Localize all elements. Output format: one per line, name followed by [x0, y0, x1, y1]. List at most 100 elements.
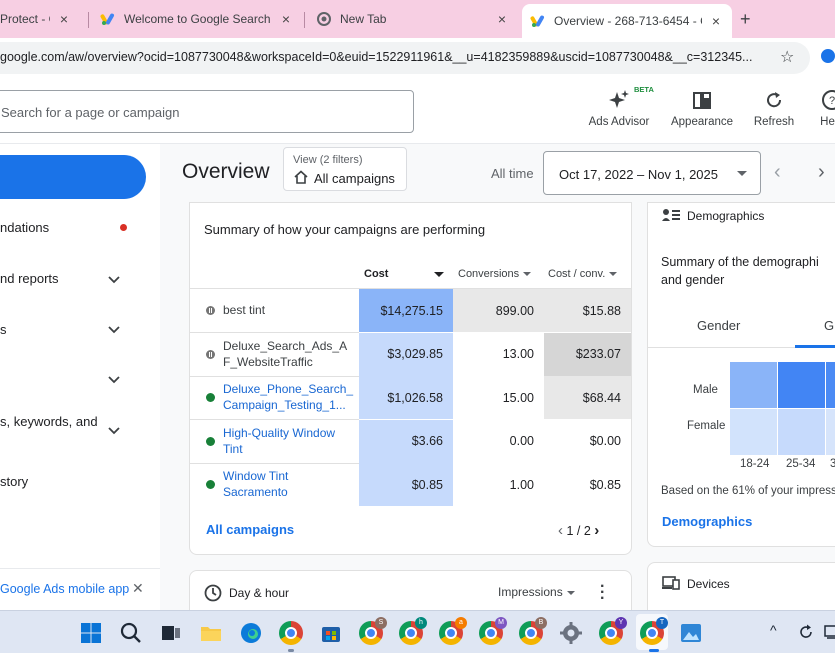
heatmap-cell[interactable] — [778, 409, 825, 455]
column-label: 25-34 — [786, 458, 816, 470]
help-button[interactable]: ? Help — [812, 88, 835, 128]
refresh-button[interactable]: Refresh — [750, 88, 798, 128]
sort-arrow-icon — [433, 271, 444, 277]
profile-avatar[interactable] — [818, 46, 835, 66]
file-explorer-icon[interactable] — [199, 621, 223, 645]
tab-gender[interactable]: Gender — [697, 318, 740, 333]
range-label: All time — [491, 166, 534, 181]
heatmap-cell[interactable] — [778, 362, 825, 408]
chrome-profile-icon[interactable]: a — [439, 617, 467, 645]
devices-icon — [662, 576, 680, 590]
campaign-name[interactable]: High-Quality Window Tint — [223, 425, 348, 457]
settings-gear-icon[interactable] — [559, 621, 583, 645]
heatmap-cell[interactable] — [826, 409, 835, 455]
demographics-link[interactable]: Demographics — [662, 514, 752, 529]
chevron-right-icon[interactable]: › — [818, 161, 825, 184]
chrome-icon[interactable] — [279, 621, 303, 645]
enabled-status-icon — [206, 436, 215, 446]
chevron-down-icon[interactable] — [106, 423, 122, 439]
all-campaigns-link[interactable]: All campaigns — [206, 522, 294, 537]
column-header-cost-per-conv[interactable]: Cost / conv. — [548, 268, 618, 280]
cost-cell: $0.85 — [359, 463, 453, 506]
ads-advisor-label: Ads Advisor — [588, 116, 650, 128]
sidebar-item-recommendations[interactable]: ndations — [0, 220, 49, 235]
task-view-icon[interactable] — [159, 621, 183, 645]
campaign-name[interactable]: Window Tint Sacramento — [223, 468, 348, 500]
tab-gender-age[interactable]: G — [824, 318, 834, 333]
table-row[interactable]: High-Quality Window Tint $3.66 0.00 $0.00 — [190, 419, 631, 463]
heatmap-cell[interactable] — [826, 362, 835, 408]
metric-selector[interactable]: Impressions — [498, 585, 575, 599]
table-row[interactable]: best tint $14,275.15 899.00 $15.88 — [190, 289, 631, 332]
tab-title: Overview - 268-713-6454 - Goo — [554, 14, 702, 28]
running-indicator — [649, 649, 659, 652]
sidebar-item-3[interactable]: s — [0, 322, 7, 337]
table-row[interactable]: Deluxe_Phone_Search_ Campaign_Testing_1.… — [190, 376, 631, 419]
card-header: Demographics — [687, 209, 765, 223]
appearance-button[interactable]: Appearance — [668, 88, 736, 128]
conversions-cell: 0.00 — [509, 434, 534, 448]
chevron-right-icon[interactable]: › — [594, 522, 599, 539]
bookmark-star-icon[interactable]: ☆ — [780, 47, 794, 67]
edge-icon[interactable] — [239, 621, 263, 645]
divider — [0, 568, 160, 569]
chevron-up-icon[interactable]: ^ — [770, 622, 777, 638]
close-icon[interactable]: × — [56, 11, 72, 27]
campaign-name[interactable]: best tint — [223, 302, 348, 318]
windows-start-icon[interactable] — [79, 621, 103, 645]
card-title: Summary of the demographi and gender — [661, 255, 819, 287]
heatmap-cell[interactable] — [730, 362, 777, 408]
chevron-left-icon[interactable]: ‹ — [774, 161, 781, 184]
search-input[interactable]: Search for a page or campaign — [0, 90, 414, 133]
mobile-app-link[interactable]: Google Ads mobile app — [0, 582, 129, 596]
network-icon[interactable] — [824, 623, 835, 641]
campaign-name[interactable]: Deluxe_Phone_Search_ Campaign_Testing_1.… — [223, 381, 353, 413]
chrome-profile-icon[interactable]: h — [399, 617, 427, 645]
create-button[interactable] — [0, 155, 146, 199]
chrome-profile-icon[interactable]: S — [359, 617, 387, 645]
column-label: 18-24 — [740, 458, 770, 470]
table-row[interactable]: Window Tint Sacramento $0.85 1.00 $0.85 — [190, 463, 631, 506]
more-vert-icon[interactable]: · · · — [600, 579, 605, 607]
column-header-cost[interactable]: Cost — [364, 268, 446, 280]
browser-tab[interactable]: New Tab × — [308, 4, 518, 34]
sidebar-item-keywords[interactable]: s, keywords, and — [0, 414, 98, 429]
photos-icon[interactable] — [679, 621, 703, 645]
sync-icon[interactable] — [797, 623, 815, 641]
close-icon[interactable]: × — [278, 11, 294, 27]
close-icon[interactable]: ✕ — [132, 580, 144, 597]
cost-cell: $3.66 — [359, 419, 453, 463]
ads-advisor-button[interactable]: Ads Advisor — [586, 88, 652, 128]
footnote: Based on the 61% of your impress — [661, 485, 835, 497]
sidebar-item-history[interactable]: story — [0, 474, 28, 489]
cost-per-conv-cell: $0.85 — [589, 477, 621, 492]
sidebar: ndations nd reports s s, keywords, and s… — [0, 144, 160, 610]
campaign-name[interactable]: Deluxe_Search_Ads_A F_WebsiteTraffic — [223, 338, 348, 370]
view-selector[interactable]: View (2 filters) All campaigns — [283, 147, 407, 191]
chevron-left-icon[interactable]: ‹ — [558, 522, 563, 539]
sidebar-item-reports[interactable]: nd reports — [0, 271, 59, 286]
chrome-profile-icon[interactable]: M — [479, 617, 507, 645]
date-range-picker[interactable]: Oct 17, 2022 – Nov 1, 2025 — [543, 151, 761, 195]
chrome-profile-icon[interactable]: T — [640, 617, 668, 645]
new-tab-icon[interactable]: + — [740, 9, 751, 30]
row-label: Female — [687, 420, 726, 432]
chrome-profile-icon[interactable]: B — [519, 617, 547, 645]
browser-tab[interactable]: Protect - Go × — [0, 4, 80, 34]
browser-tab-active[interactable]: Overview - 268-713-6454 - Goo × — [522, 4, 732, 38]
column-header-conversions[interactable]: Conversions — [458, 268, 532, 280]
url-text[interactable]: google.com/aw/overview?ocid=1087730048&w… — [0, 50, 768, 64]
view-value: All campaigns — [314, 171, 395, 186]
store-icon[interactable] — [319, 621, 343, 645]
heatmap-cell[interactable] — [730, 409, 777, 455]
chevron-down-icon[interactable] — [106, 322, 122, 338]
close-icon[interactable]: × — [494, 11, 510, 27]
conversions-cell: 13.00 — [502, 347, 534, 361]
search-icon[interactable] — [119, 621, 143, 645]
table-row[interactable]: Deluxe_Search_Ads_A F_WebsiteTraffic $3,0… — [190, 332, 631, 376]
browser-tab[interactable]: Welcome to Google Search Co × — [92, 4, 302, 34]
chevron-down-icon[interactable] — [106, 272, 122, 288]
close-icon[interactable]: × — [708, 13, 724, 29]
chrome-profile-icon[interactable]: Y — [599, 617, 627, 645]
chevron-down-icon[interactable] — [106, 372, 122, 388]
